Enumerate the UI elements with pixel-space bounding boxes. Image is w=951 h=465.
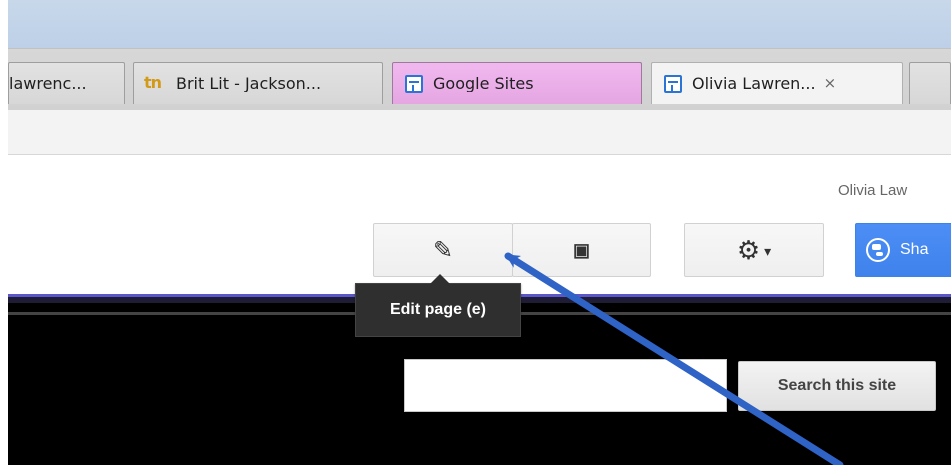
tab-google-sites-label: Google Sites: [433, 75, 534, 92]
share-button[interactable]: Sha: [855, 223, 951, 277]
doc-icon: [664, 74, 682, 93]
new-page-icon: ▣: [572, 240, 590, 260]
edit-page-tooltip: Edit page (e): [355, 274, 521, 337]
edit-page-button[interactable]: ✎: [373, 223, 513, 277]
tab-brit-lit[interactable]: tn Brit Lit - Jackson...: [133, 62, 383, 104]
tab-brit-lit-label: Brit Lit - Jackson...: [176, 75, 322, 92]
search-site-button[interactable]: Search this site: [738, 361, 936, 411]
tab-olivia-lawrence[interactable]: Olivia Lawren... ×: [651, 62, 903, 104]
user-name[interactable]: Olivia Law: [838, 182, 907, 199]
tab-lawrence-label: lawrenc...: [9, 75, 87, 92]
screenshot-stage: lawrenc... tn Brit Lit - Jackson... Goog…: [0, 0, 951, 465]
new-tab-stub[interactable]: [909, 62, 951, 104]
pencil-icon: ✎: [432, 237, 454, 264]
tab-olivia-lawrence-label: Olivia Lawren...: [692, 75, 816, 92]
tab-lawrence[interactable]: lawrenc...: [8, 62, 125, 104]
search-input[interactable]: [404, 359, 727, 412]
gear-icon: ⚙: [736, 235, 761, 265]
tab-google-sites[interactable]: Google Sites: [392, 62, 642, 104]
more-actions-button[interactable]: ⚙ ▾: [684, 223, 824, 277]
close-icon[interactable]: ×: [824, 76, 837, 91]
globe-icon: [866, 238, 890, 262]
new-page-button[interactable]: ▣: [512, 223, 651, 277]
doc-icon: [405, 74, 423, 93]
share-button-label: Sha: [900, 241, 929, 258]
brand-icon: tn: [144, 72, 162, 92]
chevron-down-icon: ▾: [764, 243, 772, 259]
browser-toolbar-strip: [8, 110, 951, 155]
browser-title-strip: [8, 0, 951, 48]
